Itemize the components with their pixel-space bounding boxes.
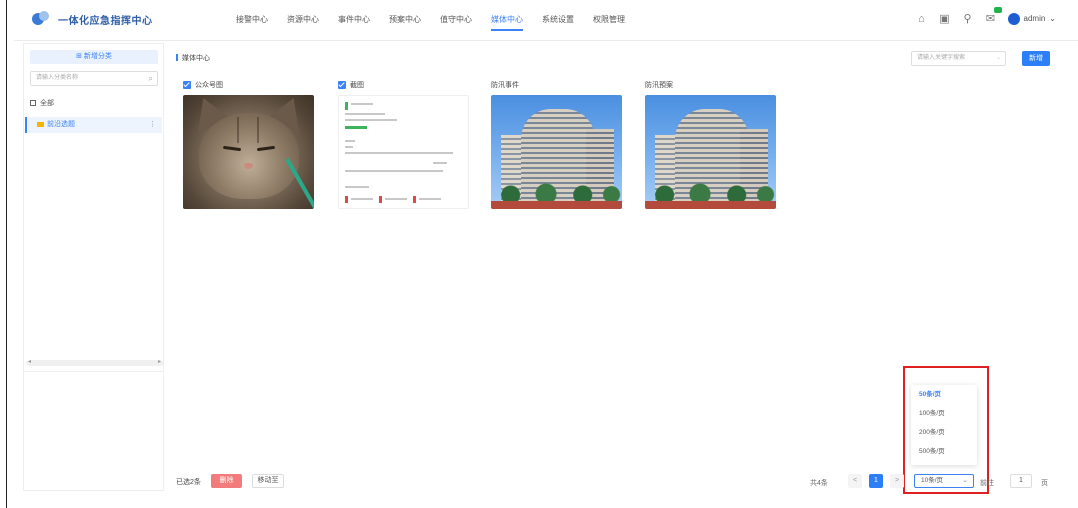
card-title: 防汛預案 <box>645 82 673 89</box>
nav-item-plans[interactable]: 预案中心 <box>389 0 421 40</box>
top-navigation-bar: 一体化应急指挥中心 接警中心 资源中心 事件中心 预案中心 值守中心 媒体中心 … <box>14 0 1078 40</box>
grid-icon <box>30 100 36 106</box>
avatar <box>1007 12 1020 25</box>
header-actions: ⌂ ▣ ⚲ ✉ admin ⌄ <box>916 7 1056 25</box>
building-photo-thumbnail[interactable] <box>491 95 622 209</box>
sidebar-scrollbar[interactable]: ◂ ▸ <box>26 358 163 366</box>
move-to-button[interactable]: 移动至 <box>252 474 284 488</box>
nav-item-duty[interactable]: 值守中心 <box>440 0 472 40</box>
chevron-down-icon: ⌄ <box>962 477 968 484</box>
card-title: 截图 <box>350 82 364 89</box>
user-menu[interactable]: admin ⌄ <box>1007 12 1056 25</box>
category-all-label: 全部 <box>40 100 54 107</box>
category-search-input[interactable]: 请输入分类名称 ⌕ <box>30 71 158 86</box>
scroll-right-icon[interactable]: ▸ <box>158 358 161 365</box>
chevron-down-icon: ⌄ <box>995 55 1001 61</box>
document-screenshot-thumbnail[interactable] <box>338 95 469 209</box>
media-card[interactable]: 截图 <box>338 79 478 209</box>
new-media-button[interactable]: 新增 <box>1022 51 1050 66</box>
card-checkbox[interactable] <box>183 81 191 89</box>
card-title: 公众号图 <box>195 82 223 89</box>
cat-photo-thumbnail[interactable] <box>183 95 314 209</box>
user-name: admin <box>1023 14 1046 23</box>
media-card[interactable]: 防汛事件 <box>491 79 631 209</box>
nav-item-resources[interactable]: 资源中心 <box>287 0 319 40</box>
user-icon[interactable]: ⚲ <box>962 12 974 25</box>
media-search-placeholder: 请输入关键字搜索 <box>917 55 966 61</box>
new-category-button[interactable]: ⊞ 新增分类 <box>30 50 158 64</box>
card-checkbox[interactable] <box>338 81 346 89</box>
delete-button[interactable]: 删除 <box>211 474 242 488</box>
breadcrumb: 媒体中心 <box>176 53 210 63</box>
nav-item-alarm[interactable]: 接警中心 <box>236 0 268 40</box>
left-border-line <box>6 0 7 508</box>
screen-icon[interactable]: ▣ <box>939 12 951 25</box>
search-icon[interactable]: ⌕ <box>149 72 153 85</box>
nav-item-settings[interactable]: 系统设置 <box>542 0 574 40</box>
new-category-label: 新增分类 <box>83 53 112 60</box>
app-logo[interactable]: 一体化应急指挥中心 <box>32 11 153 27</box>
selected-count: 已选2条 <box>176 479 201 486</box>
folder-icon <box>37 122 44 127</box>
page-size-select[interactable]: 10条/页 ⌄ <box>914 474 974 488</box>
page-1-button[interactable]: 1 <box>869 474 883 488</box>
category-sidebar: ⊞ 新增分类 请输入分类名称 ⌕ 全部 前沿选题 ⋮ ◂ ▸ <box>23 43 164 491</box>
goto-page-input[interactable]: 1 <box>1010 474 1032 488</box>
building-photo-thumbnail[interactable] <box>645 95 776 209</box>
scroll-left-icon[interactable]: ◂ <box>28 358 31 365</box>
total-count: 共4条 <box>810 480 828 487</box>
message-icon[interactable]: ✉ <box>985 7 1002 25</box>
more-icon[interactable]: ⋮ <box>149 117 156 133</box>
next-page-button[interactable]: > <box>890 474 904 488</box>
prev-page-button[interactable]: < <box>848 474 862 488</box>
media-card[interactable]: 公众号图 <box>183 79 323 209</box>
nav-item-media[interactable]: 媒体中心 <box>491 0 523 40</box>
app-title: 一体化应急指挥中心 <box>58 15 153 27</box>
category-all[interactable]: 全部 <box>30 98 54 108</box>
nav-item-permissions[interactable]: 权限管理 <box>593 0 625 40</box>
goto-label: 前往 <box>980 480 994 487</box>
page-size-value: 10条/页 <box>921 477 944 484</box>
page-suffix: 页 <box>1041 480 1048 487</box>
breadcrumb-label: 媒体中心 <box>182 55 210 62</box>
plus-icon: ⊞ <box>76 53 84 60</box>
sidebar-divider <box>24 371 163 372</box>
home-icon[interactable]: ⌂ <box>916 13 928 25</box>
card-title: 防汛事件 <box>491 82 519 89</box>
category-item-label: 前沿选题 <box>47 121 75 128</box>
media-search-input[interactable]: 请输入关键字搜索 ⌄ <box>911 51 1006 66</box>
logo-icon <box>32 11 50 27</box>
message-badge <box>993 7 1002 13</box>
header-divider <box>14 40 1078 41</box>
chevron-down-icon: ⌄ <box>1049 14 1056 23</box>
nav-item-events[interactable]: 事件中心 <box>338 0 370 40</box>
category-item-selected[interactable]: 前沿选题 ⋮ <box>25 117 162 133</box>
media-card[interactable]: 防汛預案 <box>645 79 785 209</box>
main-nav: 接警中心 资源中心 事件中心 预案中心 值守中心 媒体中心 系统设置 权限管理 <box>236 0 644 40</box>
category-search-placeholder: 请输入分类名称 <box>36 75 79 81</box>
